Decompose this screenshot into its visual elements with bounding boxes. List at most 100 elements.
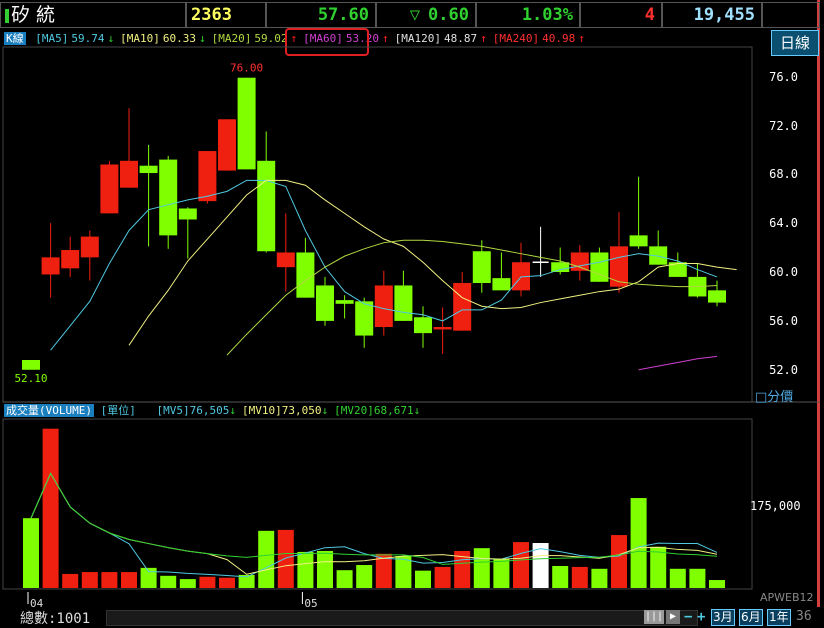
volume-bar (277, 529, 294, 588)
zoom-out-button[interactable]: − (684, 610, 696, 624)
volume-bar (630, 498, 647, 588)
volume-bar (473, 548, 490, 588)
candle-body (414, 317, 432, 334)
volume-bar (62, 573, 79, 588)
visible-count: 36 (796, 609, 812, 624)
candle-body (237, 77, 256, 170)
range-1y-button[interactable]: 1年 (767, 609, 791, 626)
mv-legend-item-mv10: [MV10]73,050↓ (242, 404, 328, 417)
volume-bar (611, 535, 627, 588)
volume-bar (297, 551, 314, 588)
volume-bar (81, 572, 98, 588)
minute-price-toggle[interactable]: □分價 (755, 386, 793, 405)
candle-body (492, 278, 511, 291)
candle-body (198, 151, 217, 202)
mv-label: [MV10] (241, 404, 282, 417)
volume-bar (23, 518, 39, 588)
candle-body (472, 251, 491, 284)
volume-legend: 成交量(VOLUME) [單位] [MV5]76,505↓ [MV10]73,05… (4, 403, 426, 419)
scroll-thumb[interactable]: ||| (644, 610, 664, 624)
volume-bar (571, 566, 588, 588)
volume-bar (356, 565, 373, 588)
candle-body (80, 236, 99, 258)
price-pane-border (2, 46, 753, 403)
high-price-label: 76.00 (230, 62, 263, 75)
volume-bar (179, 579, 196, 588)
mv-legend-item-mv5: [MV5]76,505↓ (156, 404, 236, 417)
candle-body (551, 262, 570, 273)
low-price-label: 52.10 (14, 372, 47, 385)
volume-bar (317, 550, 333, 588)
total-count: 總數:1001 (20, 611, 91, 627)
candle-body (218, 119, 236, 171)
candle-body (394, 285, 413, 321)
volume-bar (121, 572, 137, 588)
volume-bar (219, 577, 235, 588)
volume-bar (415, 570, 431, 588)
volume-bar (709, 580, 725, 588)
volume-bar (160, 575, 177, 588)
price-axis-label: 64.0 (769, 216, 798, 231)
volume-bar (513, 542, 529, 588)
price-axis-label: 52.0 (769, 363, 798, 377)
candle-body (355, 301, 374, 336)
range-3m-button[interactable]: 3月 (711, 609, 735, 626)
price-axis-label: 60.0 (769, 265, 798, 280)
scroll-right-button[interactable]: ▶ (666, 610, 680, 624)
candle-body (570, 252, 589, 271)
candle-body (335, 300, 354, 304)
watermark: APWEB12 (760, 591, 814, 604)
volume-bar (42, 428, 59, 588)
volume-badge[interactable]: 成交量(VOLUME) (4, 404, 94, 417)
volume-bar (336, 570, 353, 588)
price-axis-label: 56.0 (769, 314, 798, 329)
candle-body (296, 252, 315, 298)
mv-label: [MV5] (156, 404, 190, 417)
arrow-down-icon: ↓ (321, 404, 329, 417)
volume-axis-label: 175,000 (750, 499, 801, 513)
arrow-down-icon: ↓ (413, 404, 421, 417)
candle-body (590, 252, 609, 282)
candle-body (276, 252, 295, 268)
candle-body (374, 285, 393, 328)
volume-bar (493, 558, 510, 588)
arrow-down-icon: ↓ (229, 404, 236, 417)
candle-body (61, 250, 80, 269)
mv-value: 68,671 (373, 404, 414, 417)
zoom-in-button[interactable]: + (697, 610, 709, 624)
volume-bar (689, 568, 706, 588)
candle-body (100, 164, 119, 214)
volume-bar (395, 556, 412, 588)
volume-bar (199, 576, 216, 588)
volume-bar (669, 568, 686, 588)
mv-value: 76,505 (189, 404, 230, 417)
volume-bar (434, 566, 451, 588)
horizontal-scrollbar[interactable] (106, 610, 698, 626)
candle-body (139, 165, 158, 174)
volume-unit[interactable]: [單位] (101, 404, 136, 417)
mv-legend-item-mv20: [MV20]68,671↓ (334, 404, 420, 417)
candle-body (610, 246, 628, 287)
mv-value: 73,050 (281, 404, 322, 417)
volume-bar (101, 572, 118, 588)
volume-bar (591, 568, 608, 588)
candle-body (257, 160, 276, 252)
candle-body (629, 235, 648, 247)
candle-body (178, 208, 197, 220)
ma-line-ma10 (128, 179, 737, 346)
mv-label: [MV20] (334, 404, 374, 417)
candle-body (120, 160, 138, 188)
candle-body (41, 257, 60, 275)
stock-chart[interactable]: 76.0052.1004 05 (0, 0, 824, 608)
candle-body (453, 283, 472, 331)
range-6m-button[interactable]: 6月 (739, 609, 763, 626)
candle-body (22, 360, 40, 370)
volume-bar (552, 565, 569, 588)
candle-body (708, 290, 726, 303)
volume-bar (258, 530, 275, 588)
price-axis-label: 76.0 (769, 69, 798, 84)
candle-body (316, 285, 334, 321)
candle-body (433, 327, 452, 330)
candle-body (159, 159, 178, 236)
ma-line-ma60 (638, 355, 718, 371)
